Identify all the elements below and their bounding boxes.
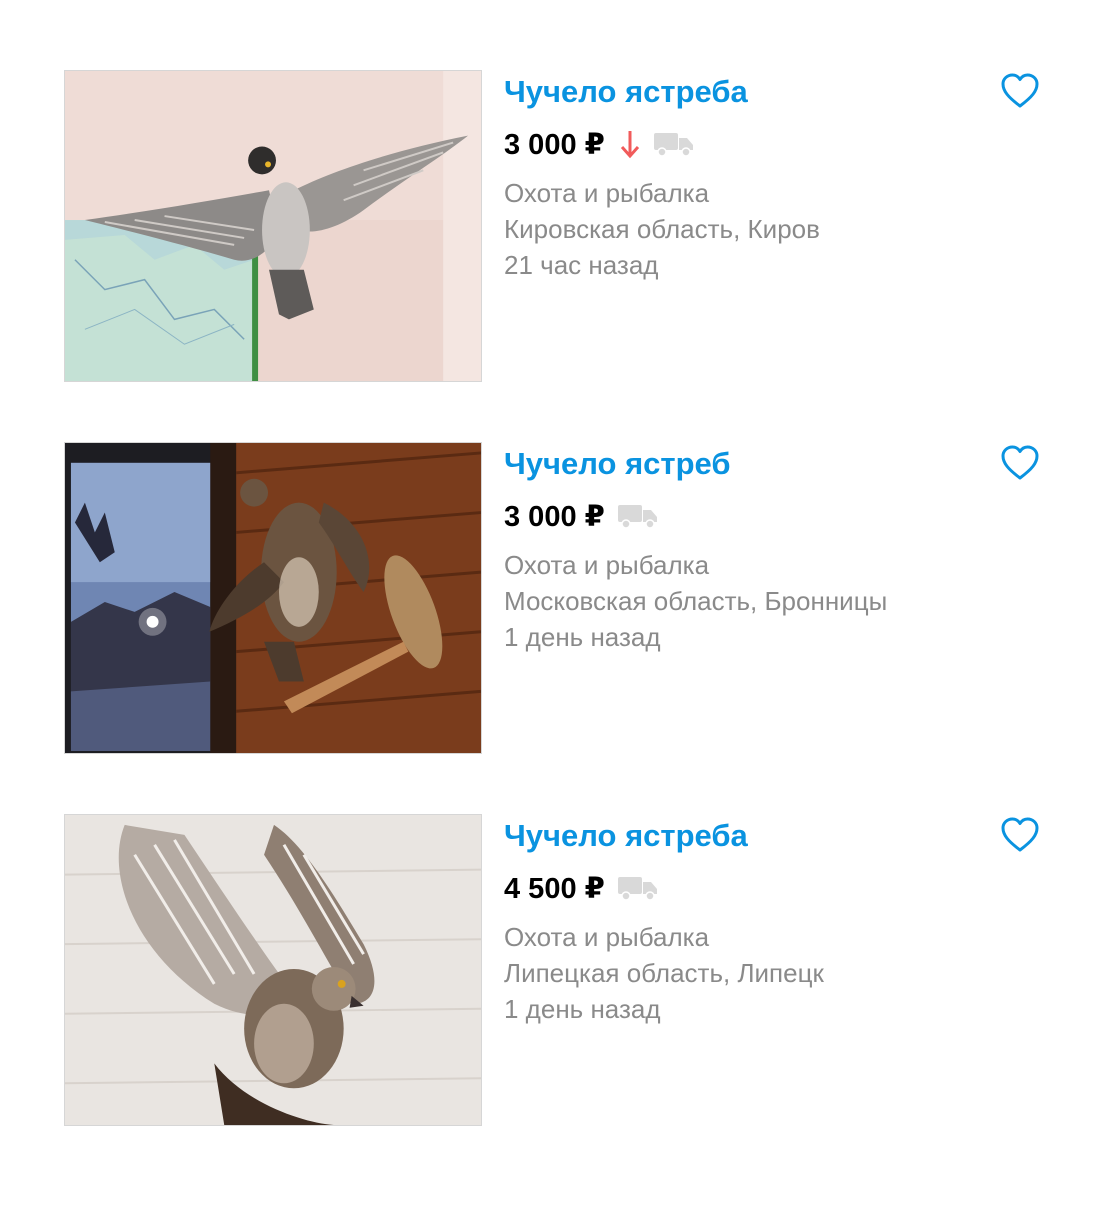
- listing-date: 1 день назад: [504, 622, 661, 652]
- price-row: 3 000 ₽: [504, 498, 659, 534]
- listing-photo[interactable]: [64, 70, 482, 382]
- delivery-truck-icon: [617, 874, 659, 902]
- listing-location: Московская область, Бронницы: [504, 586, 888, 616]
- hawk-photo-image: [65, 815, 481, 1125]
- delivery-truck-icon: [653, 130, 695, 158]
- listing-title[interactable]: Чучело ястреб: [504, 446, 731, 482]
- listing-photo[interactable]: [64, 442, 482, 754]
- listing-card: Чучело ястреб 3 000 ₽ Охота и рыбалка Мо…: [64, 442, 1044, 758]
- heart-icon[interactable]: [1000, 816, 1040, 854]
- listing-date: 21 час назад: [504, 250, 659, 280]
- heart-icon[interactable]: [1000, 72, 1040, 110]
- hawk-photo-image: [65, 443, 481, 753]
- price-row: 3 000 ₽: [504, 126, 695, 162]
- listing-location: Липецкая область, Липецк: [504, 958, 824, 988]
- listing-card: Чучело ястреба 3 000 ₽ Охота и рыбалка К…: [64, 70, 1044, 386]
- listing-price: 3 000 ₽: [504, 500, 605, 533]
- delivery-truck-icon: [617, 502, 659, 530]
- price-row: 4 500 ₽: [504, 870, 659, 906]
- listing-title[interactable]: Чучело ястреба: [504, 74, 748, 110]
- listing-price: 4 500 ₽: [504, 872, 605, 905]
- listing-location: Кировская область, Киров: [504, 214, 820, 244]
- arrow-down-icon: [619, 129, 641, 159]
- hawk-photo-image: [65, 71, 481, 381]
- listing-price: 3 000 ₽: [504, 128, 605, 161]
- listing-category: Охота и рыбалка: [504, 178, 710, 208]
- listing-category: Охота и рыбалка: [504, 922, 710, 952]
- listing-photo[interactable]: [64, 814, 482, 1126]
- listing-category: Охота и рыбалка: [504, 550, 710, 580]
- listing-card: Чучело ястреба 4 500 ₽ Охота и рыбалка Л…: [64, 814, 1044, 1130]
- listing-date: 1 день назад: [504, 994, 661, 1024]
- heart-icon[interactable]: [1000, 444, 1040, 482]
- listing-title[interactable]: Чучело ястреба: [504, 818, 748, 854]
